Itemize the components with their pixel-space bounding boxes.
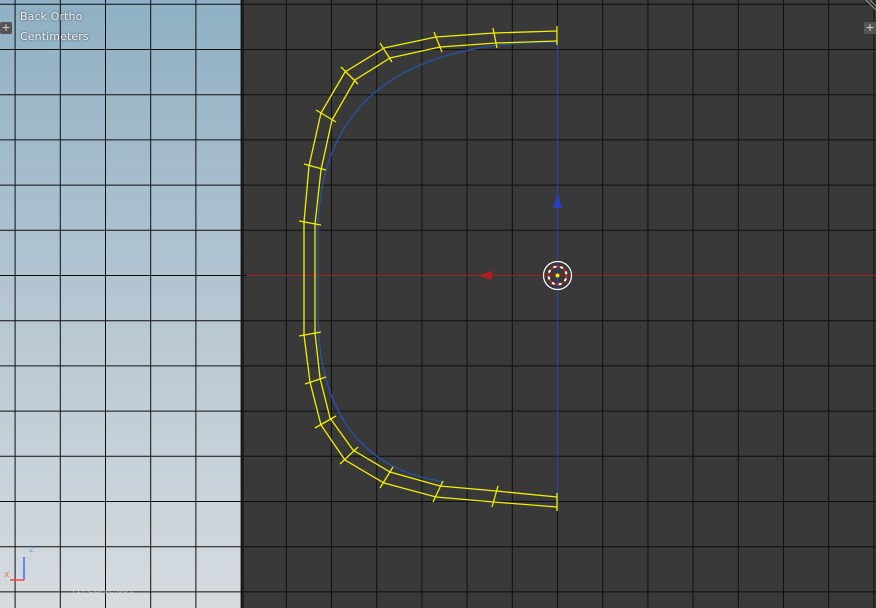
axis-x-label: x <box>4 570 10 580</box>
3d-cursor-icon <box>542 260 573 291</box>
resize-handle-icon[interactable] <box>862 0 876 14</box>
curve-outline <box>298 26 558 511</box>
view-name-label: Back Ortho <box>20 10 83 23</box>
active-object-label: (1) Curve.001 <box>72 586 135 596</box>
grid-units-label: Centimeters <box>20 30 89 43</box>
viewport-canvas[interactable] <box>0 0 876 608</box>
3d-viewport[interactable]: Back Ortho Centimeters + + z x (1) Curve… <box>0 0 876 608</box>
axis-lines <box>247 40 876 510</box>
axis-indicator-icon <box>10 557 25 581</box>
y-arrow-icon <box>553 192 562 208</box>
split-area-plus-icon-right[interactable]: + <box>864 22 876 34</box>
x-arrow-icon <box>478 271 492 280</box>
split-area-plus-icon[interactable]: + <box>0 22 12 34</box>
curve-path <box>317 41 556 483</box>
transform-manipulator-arrows <box>478 192 562 280</box>
axis-z-label: z <box>29 545 34 555</box>
grid-lines <box>0 0 876 608</box>
